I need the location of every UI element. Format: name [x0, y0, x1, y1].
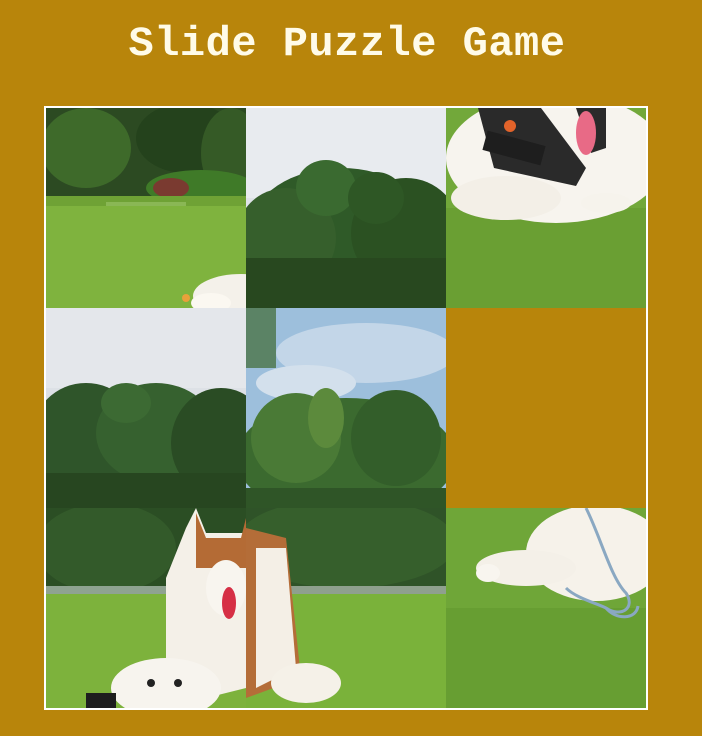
puzzle-tile-1[interactable]: [46, 108, 246, 308]
puzzle-board: [44, 106, 648, 710]
puzzle-tile-5[interactable]: [246, 308, 446, 508]
empty-slot[interactable]: [446, 308, 646, 508]
puzzle-tile-7[interactable]: [46, 508, 246, 708]
page-title: Slide Puzzle Game: [128, 20, 566, 68]
puzzle-tile-3[interactable]: [446, 108, 646, 308]
puzzle-tile-9[interactable]: [446, 508, 646, 708]
puzzle-tile-8[interactable]: [246, 508, 446, 708]
puzzle-tile-2[interactable]: [246, 108, 446, 308]
puzzle-tile-4[interactable]: [46, 308, 246, 508]
